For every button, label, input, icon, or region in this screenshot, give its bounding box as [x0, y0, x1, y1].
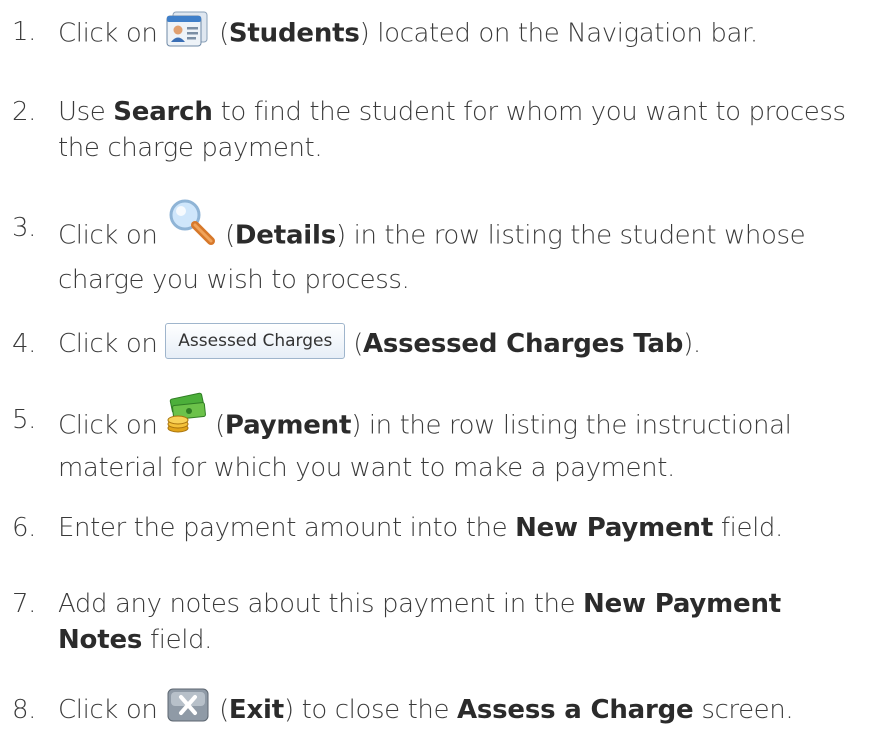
paren: ( — [225, 220, 235, 251]
step-text: located on the Navigation bar. — [369, 18, 758, 49]
search-label: Search — [113, 97, 213, 127]
exit-label: Exit — [228, 695, 284, 725]
step-6: 6. Enter the payment amount into the New… — [12, 510, 872, 546]
step-text: Click on — [58, 220, 158, 251]
paren: ( — [219, 18, 229, 49]
students-label: Students — [228, 18, 360, 49]
step-8: 8. Click on (Exit) to close the Assess a… — [12, 688, 872, 729]
step-7: 7. Add any notes about this payment in t… — [12, 586, 872, 658]
step-3: 3. Click on (Details) in the row listing… — [12, 199, 872, 298]
students-icon — [165, 8, 211, 48]
exit-icon — [165, 687, 211, 723]
paren: ) — [336, 220, 346, 251]
step-number: 8. — [12, 695, 37, 725]
step-text: Use — [58, 97, 114, 127]
step-text: Click on — [58, 18, 158, 49]
step-text: Click on — [58, 695, 158, 725]
step-number: 2. — [12, 97, 37, 127]
money-icon — [165, 390, 207, 438]
step-1: 1. Click on (Students) located on the Na… — [12, 11, 872, 54]
step-4: 4. Click on Assessed Charges (Assessed C… — [12, 322, 872, 363]
step-text: to close the — [293, 695, 457, 725]
assess-a-charge-label: Assess a Charge — [456, 695, 694, 725]
paren: ( — [215, 410, 225, 441]
instruction-page: 1. Click on (Students) located on the Na… — [0, 0, 888, 742]
step-number: 6. — [12, 513, 37, 543]
step-number: 1. — [12, 17, 37, 47]
step-text: Enter the payment amount into the — [58, 513, 516, 543]
payment-label: Payment — [224, 410, 352, 441]
paren: ). — [683, 329, 701, 359]
paren: ) — [351, 410, 361, 441]
paren: ( — [353, 329, 363, 359]
step-number: 3. — [12, 213, 37, 243]
paren: ) — [359, 18, 370, 49]
step-text: Add any notes about this payment in the — [58, 589, 584, 619]
step-2: 2. Use Search to find the student for wh… — [12, 94, 872, 166]
paren: ( — [219, 695, 229, 725]
assessed-charges-tab[interactable]: Assessed Charges — [165, 322, 346, 359]
magnifier-icon — [165, 196, 217, 248]
step-text: screen. — [693, 695, 794, 725]
paren: ) — [283, 695, 294, 725]
step-text: field. — [142, 625, 213, 655]
step-text: field. — [713, 513, 783, 543]
step-number: 5. — [12, 405, 37, 435]
details-label: Details — [234, 220, 336, 251]
new-payment-label: New Payment — [515, 513, 714, 543]
step-number: 7. — [12, 589, 37, 619]
step-number: 4. — [12, 329, 37, 359]
step-text: Click on — [58, 410, 158, 441]
assessed-charges-tab-label: Assessed Charges Tab — [362, 329, 684, 359]
step-text: Click on — [58, 329, 158, 359]
step-5: 5. Click on (Payment) in the row listing… — [12, 392, 872, 486]
